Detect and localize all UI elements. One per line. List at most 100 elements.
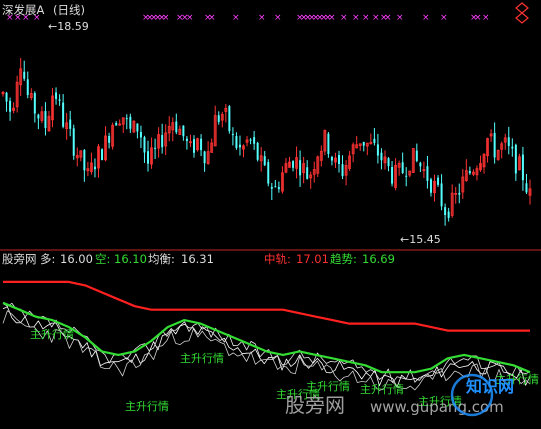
candle-body [299, 160, 302, 176]
candle-body [115, 123, 118, 126]
candle-body [143, 137, 146, 153]
candle-body [468, 170, 471, 174]
candle-body [458, 192, 461, 195]
kong-label: 空: [95, 252, 110, 266]
signal-marker: × [208, 13, 216, 23]
junheng-label: 均衡: [148, 252, 175, 266]
candle-body [437, 177, 440, 185]
candle-body [58, 99, 61, 101]
signal-marker: × [372, 13, 380, 23]
candle-body [525, 183, 528, 193]
signal-marker: × [274, 13, 282, 23]
annotation-zhusheng: 主升行情 [30, 328, 74, 341]
candle-body [33, 93, 36, 114]
candle-body [161, 135, 164, 148]
candle-body [429, 179, 432, 193]
candle-body [55, 92, 58, 99]
candle-body [507, 137, 510, 146]
zhongzhou-line [3, 280, 530, 332]
annotation-zhusheng: 主升行情 [125, 400, 169, 413]
signal-marker: × [232, 13, 240, 23]
kong-value: 16.10 [114, 252, 147, 266]
candle-body [182, 125, 185, 137]
candle-body [426, 166, 429, 181]
candle-body [521, 154, 524, 181]
candle-body [200, 138, 203, 151]
watermark-text: 股旁网 [285, 393, 345, 417]
candle-body [341, 164, 344, 177]
candle-body [514, 144, 517, 174]
signal-marker: × [258, 13, 266, 23]
candle-body [235, 136, 238, 148]
candle-body [139, 131, 142, 138]
candle-body [217, 115, 220, 122]
candle-body [62, 102, 65, 127]
junheng-value: 16.31 [181, 252, 214, 266]
qushi-line [2, 301, 531, 374]
indicator-name: 股旁网 [2, 252, 37, 266]
signal-marker: × [396, 13, 404, 23]
candle-body [108, 136, 111, 143]
signal-marker: × [162, 13, 170, 23]
candle-body [447, 211, 450, 218]
price-panel: × × × × ×××××× ××× ×× × × × ××××××××× × × × × ×× × × × ×× × [1, 13, 532, 226]
candle-body [511, 146, 514, 149]
signal-marker: × [340, 13, 348, 23]
candle-body [125, 118, 128, 120]
zhongzhou-label: 中轨: [264, 252, 291, 266]
candle-body [228, 106, 231, 132]
duo-value: 16.00 [60, 252, 93, 266]
candle-body [37, 114, 40, 119]
candle-body [338, 155, 341, 164]
short-term-line [2, 302, 531, 384]
candle-body [277, 187, 280, 190]
candle-body [154, 147, 157, 149]
logo-text: 知识网 [466, 377, 514, 396]
candle-body [72, 128, 75, 156]
candle-body [405, 175, 408, 177]
candle-body [83, 150, 86, 171]
candle-body [493, 132, 496, 158]
candle-body [380, 152, 383, 161]
signal-marker: × [186, 13, 194, 23]
candle-body [440, 183, 443, 207]
candle-body [292, 161, 295, 168]
high-price-label: ←18.59 [48, 20, 89, 33]
candle-body [238, 144, 241, 148]
candle-body [93, 166, 96, 170]
signal-marker: × [384, 13, 392, 23]
diamond-icon[interactable] [515, 2, 529, 24]
candle-body [192, 139, 195, 153]
signal-marker: × [440, 13, 448, 23]
stock-title: 深发展A [2, 3, 44, 17]
candle-body [267, 162, 270, 184]
candle-body [23, 71, 26, 79]
watermark-url: www.gupang.com [370, 398, 504, 416]
candle-body [249, 139, 252, 141]
candle-body [101, 149, 104, 161]
candle-body [26, 79, 29, 96]
stock-chart: × × × × ×××××× ××× ×× × × × ××××××××× × × × × ×× × × × ×× × … [0, 2, 541, 417]
signal-marker: × [328, 13, 336, 23]
low-price-label: ←15.45 [400, 233, 441, 246]
candle-body [136, 123, 139, 132]
qushi-label: 趋势: [330, 252, 357, 266]
candle-body [253, 137, 256, 144]
candle-body [69, 119, 72, 129]
signal-marker: × [422, 13, 430, 23]
candle-body [5, 92, 8, 102]
candle-body [415, 150, 418, 161]
period-label: (日线) [53, 3, 85, 17]
candle-body [387, 158, 390, 167]
candle-body [327, 133, 330, 154]
signal-marker: × [352, 13, 360, 23]
candle-body [270, 186, 273, 189]
signal-marker: × [482, 13, 490, 23]
short-term-line [2, 306, 531, 388]
candle-body [330, 156, 333, 161]
candle-body [231, 134, 234, 136]
qushi-value: 16.69 [362, 252, 395, 266]
candle-body [444, 207, 447, 216]
candle-body [263, 156, 266, 166]
candle-body [362, 142, 365, 146]
